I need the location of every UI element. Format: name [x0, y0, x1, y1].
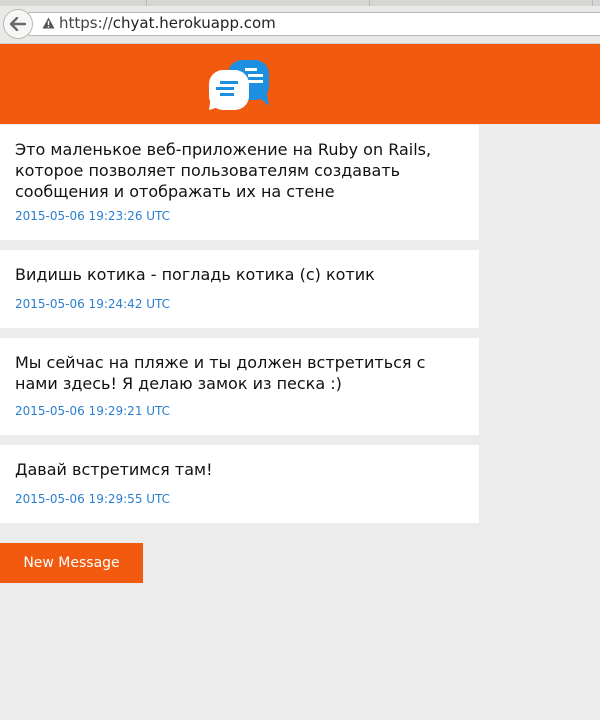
message-card: Давай встретимся там! 2015-05-06 19:29:5…	[0, 445, 479, 523]
tab-strip	[0, 0, 600, 6]
message-timestamp: 2015-05-06 19:24:42 UTC	[15, 297, 171, 311]
url-host: chyat.herokuapp.com	[112, 14, 276, 32]
site-header	[0, 44, 600, 124]
tab-divider	[146, 0, 147, 6]
message-text: Мы сейчас на пляже и ты должен встретить…	[15, 353, 426, 393]
message-card: Это маленькое веб-приложение на Ruby on …	[0, 125, 479, 240]
back-button[interactable]	[3, 9, 33, 39]
tab-divider	[369, 0, 370, 6]
url-scheme: https://	[59, 14, 113, 32]
message-timestamp: 2015-05-06 19:23:26 UTC	[15, 209, 171, 223]
message-card: Мы сейчас на пляже и ты должен встретить…	[0, 338, 479, 435]
message-timestamp: 2015-05-06 19:29:55 UTC	[15, 492, 171, 506]
url-text[interactable]: https://chyat.herokuapp.com	[59, 14, 276, 32]
back-arrow-icon	[10, 17, 26, 31]
warning-icon[interactable]	[42, 17, 55, 29]
message-timestamp: 2015-05-06 19:29:21 UTC	[15, 404, 171, 418]
tab-divider	[592, 0, 593, 6]
browser-toolbar: https://chyat.herokuapp.com	[0, 0, 600, 44]
message-text: Давай встретимся там!	[15, 460, 213, 479]
message-text: Видишь котика - погладь котика (с) котик	[15, 265, 375, 284]
new-message-button[interactable]: New Message	[0, 543, 143, 583]
message-text: Это маленькое веб-приложение на Ruby on …	[15, 140, 432, 201]
message-card: Видишь котика - погладь котика (с) котик…	[0, 250, 479, 328]
chat-bubbles-icon[interactable]	[208, 59, 270, 111]
